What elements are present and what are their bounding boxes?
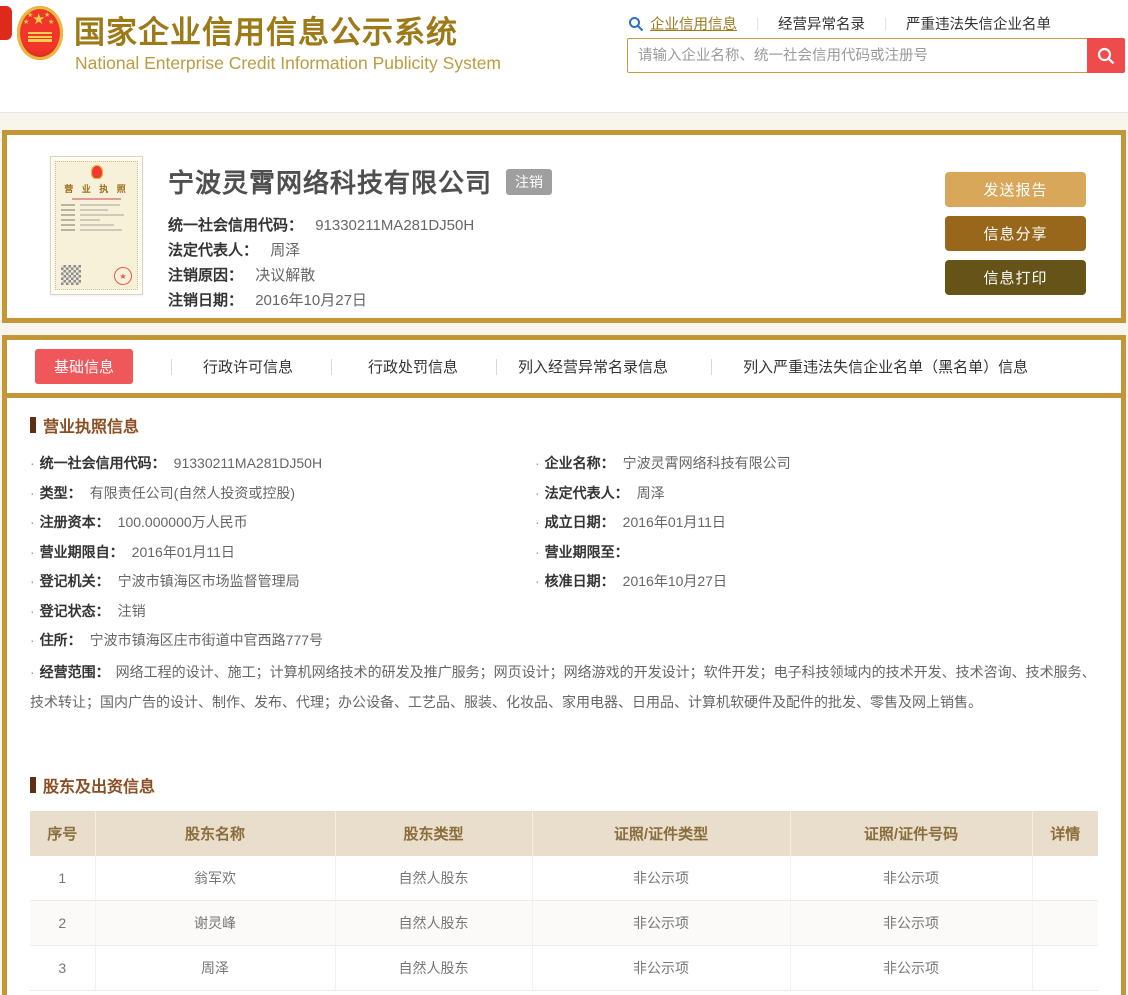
table-row: 3 周泽 自然人股东 非公示项 非公示项 xyxy=(30,945,1098,991)
company-field-cancel-date: 注销日期： 2016年10月27日 xyxy=(168,292,367,309)
field-type: · 类型： 有限责任公司(自然人投资或控股) xyxy=(30,484,295,501)
company-info-block: 宁波灵霄网络科技有限公司 注销 统一社会信用代码： 91330211MA281D… xyxy=(168,163,553,313)
license-bottom: ★ xyxy=(61,265,132,285)
field-approval-date: · 核准日期： 2016年10月27日 xyxy=(535,573,727,589)
nav-link-serious-violations[interactable]: 严重违法失信企业名单 xyxy=(906,13,1051,34)
emblem-gate-icon xyxy=(28,32,52,42)
emblem-star-icon: ★ xyxy=(44,12,51,19)
company-field-legal-rep: 法定代表人： 周泽 xyxy=(168,242,301,259)
col-header-shareholder-type: 股东类型 xyxy=(335,810,533,856)
tab-basic-info[interactable]: 基础信息 xyxy=(35,349,134,384)
nav-separator: ｜ xyxy=(751,17,765,32)
tab-blacklist[interactable]: 列入严重违法失信企业名单（黑名单）信息 xyxy=(743,356,1028,377)
search-icon xyxy=(629,16,644,31)
nav-link-enterprise-credit[interactable]: 企业信用信息 xyxy=(650,13,737,34)
red-seal-icon: ★ xyxy=(114,267,132,285)
fields-left-column: · 统一社会信用代码： 91330211MA281DJ50H · 类型： 有限责任公司(… xyxy=(30,449,535,656)
search-input[interactable] xyxy=(627,38,1087,73)
tab-separator xyxy=(331,358,333,375)
license-paper: 营 业 执 照 ★ xyxy=(55,161,138,290)
partial-emblem-decoration xyxy=(0,6,12,40)
field-credit-code: · 统一社会信用代码： 91330211MA281DJ50H xyxy=(30,455,323,471)
field-legal-rep: · 法定代表人： 周泽 xyxy=(535,484,665,501)
table-row: 1 翁军欢 自然人股东 非公示项 非公示项 xyxy=(30,855,1098,901)
status-badge-cancelled: 注销 xyxy=(506,168,553,195)
page: ★ ★ ★ ★ ★ 国家企业信用信息公示系统 National Enterpri… xyxy=(0,0,1128,995)
section-title-shareholders: 股东及出资信息 xyxy=(30,773,1098,797)
field-registration-authority: · 登记机关： 宁波市镇海区市场监督管理局 xyxy=(30,573,300,589)
action-buttons: 发送报告 信息分享 信息打印 xyxy=(945,172,1086,304)
tab-bar: 基础信息 行政许可信息 行政处罚信息 列入经营异常名录信息 列入严重违法失信企业… xyxy=(7,340,1121,393)
tab-admin-penalty[interactable]: 行政处罚信息 xyxy=(368,356,458,377)
search-bar xyxy=(627,38,1125,73)
field-registered-capital: · 注册资本： 100.000000万人民币 xyxy=(30,514,248,530)
company-field-credit-code: 统一社会信用代码： 91330211MA281DJ50H xyxy=(168,217,475,234)
search-button[interactable] xyxy=(1087,38,1125,73)
section-marker xyxy=(30,776,36,793)
emblem-star-icon: ★ xyxy=(48,19,55,26)
share-info-button[interactable]: 信息分享 xyxy=(945,216,1086,251)
top-nav: 企业信用信息 ｜ 经营异常名录 ｜ 严重违法失信企业名单 xyxy=(628,13,1051,34)
license-redline xyxy=(71,198,122,200)
qr-code-icon xyxy=(61,265,81,285)
license-fields: · 统一社会信用代码： 91330211MA281DJ50H · 类型： 有限责任公司(… xyxy=(30,449,1098,656)
license-text-line xyxy=(61,214,132,216)
col-header-shareholder-name: 股东名称 xyxy=(95,810,336,856)
detail-cell[interactable] xyxy=(1032,945,1098,991)
col-header-cert-type: 证照/证件类型 xyxy=(532,810,791,856)
license-text-line xyxy=(61,219,132,221)
detail-card: 基础信息 行政许可信息 行政处罚信息 列入经营异常名录信息 列入严重违法失信企业… xyxy=(2,335,1126,995)
company-summary-card: 营 业 执 照 ★ 宁波灵霄网络科技有限公司 注销 统一社会信用代码： 9133… xyxy=(2,130,1126,323)
company-name: 宁波灵霄网络科技有限公司 xyxy=(168,168,493,198)
tab-separator xyxy=(711,358,713,375)
field-address: · 住所： 宁波市镇海区庄市街道中官西路777号 xyxy=(30,632,324,648)
field-company-name: · 企业名称： 宁波灵霄网络科技有限公司 xyxy=(535,455,791,471)
print-info-button[interactable]: 信息打印 xyxy=(945,260,1086,295)
col-header-no: 序号 xyxy=(30,810,96,856)
field-term-to: · 营业期限至： xyxy=(535,543,629,560)
section-marker xyxy=(30,417,36,433)
fields-right-column: · 企业名称： 宁波灵霄网络科技有限公司 · 法定代表人： 周泽 · 成立日期： 2016年… xyxy=(535,449,1098,656)
nav-separator: ｜ xyxy=(879,17,893,32)
emblem-star-icon: ★ xyxy=(23,19,30,26)
search-icon xyxy=(1097,47,1115,64)
license-text-line xyxy=(61,224,132,226)
business-license-thumbnail: 营 业 执 照 ★ xyxy=(50,156,143,295)
site-subtitle: National Enterprise Credit Information P… xyxy=(75,53,502,73)
tab-separator xyxy=(496,358,498,375)
company-field-cancel-reason: 注销原因： 决议解散 xyxy=(168,267,316,284)
gold-divider xyxy=(7,393,1121,398)
detail-cell[interactable] xyxy=(1032,855,1098,901)
field-business-scope: · 经营范围： 网络工程的设计、施工；计算机网络技术的研发及推广服务；网页设计；网络… xyxy=(30,663,1096,710)
basic-info-content: 营业执照信息 · 统一社会信用代码： 91330211MA281DJ50H · 类型：… xyxy=(7,413,1121,991)
license-text-line xyxy=(61,209,132,211)
license-text-line xyxy=(61,229,132,231)
license-title: 营 业 执 照 xyxy=(64,184,129,194)
table-header-row: 序号 股东名称 股东类型 证照/证件类型 证照/证件号码 详情 xyxy=(30,810,1098,856)
shareholders-table: 序号 股东名称 股东类型 证照/证件类型 证照/证件号码 详情 1 翁军欢 自然… xyxy=(30,810,1098,991)
section-title-license-info: 营业执照信息 xyxy=(30,413,1098,437)
emblem-star-icon: ★ xyxy=(27,12,34,19)
detail-cell[interactable] xyxy=(1032,900,1098,946)
site-header: ★ ★ ★ ★ ★ 国家企业信用信息公示系统 National Enterpri… xyxy=(0,0,1128,113)
col-header-cert-number: 证照/证件号码 xyxy=(790,810,1033,856)
national-emblem-logo: ★ ★ ★ ★ ★ xyxy=(15,4,65,62)
col-header-detail: 详情 xyxy=(1032,810,1098,856)
license-text-line xyxy=(61,204,132,206)
site-title: 国家企业信用信息公示系统 xyxy=(74,15,458,50)
field-establish-date: · 成立日期： 2016年01月11日 xyxy=(535,514,726,530)
send-report-button[interactable]: 发送报告 xyxy=(945,172,1086,207)
license-emblem-icon xyxy=(90,165,103,179)
nav-link-abnormal-operations[interactable]: 经营异常名录 xyxy=(778,13,865,34)
table-row: 2 谢灵峰 自然人股东 非公示项 非公示项 xyxy=(30,900,1098,946)
field-term-from: · 营业期限自： 2016年01月11日 xyxy=(30,543,235,560)
field-registration-status: · 登记状态： 注销 xyxy=(30,602,146,619)
tab-admin-license[interactable]: 行政许可信息 xyxy=(203,356,293,377)
tab-separator xyxy=(171,358,173,375)
tab-abnormal-list[interactable]: 列入经营异常名录信息 xyxy=(518,356,668,377)
